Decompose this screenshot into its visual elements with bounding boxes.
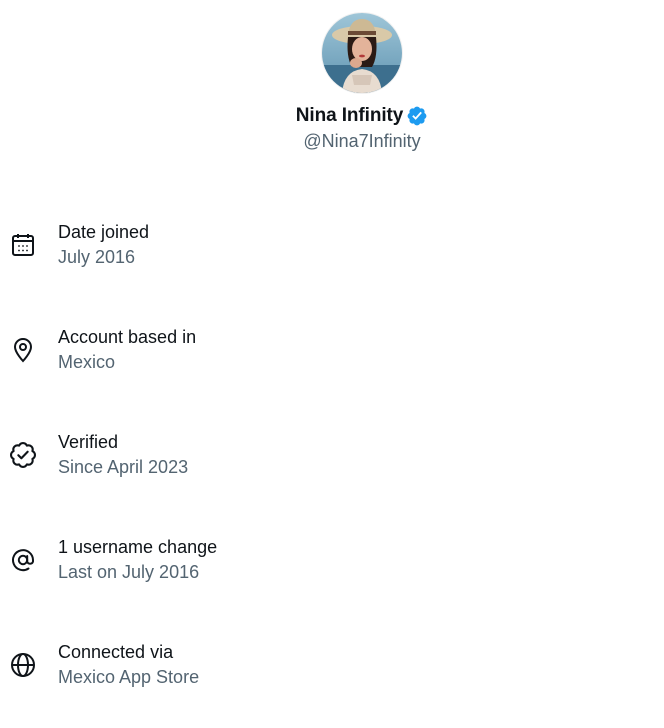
info-text: 1 username change Last on July 2016 xyxy=(58,534,217,585)
info-text: Account based in Mexico xyxy=(58,324,196,375)
info-label: Account based in xyxy=(58,327,197,347)
info-item-username-changes: 1 username change Last on July 2016 xyxy=(0,534,664,639)
display-name[interactable]: Nina Infinity xyxy=(296,105,404,127)
account-info-list: Date joined July 2016 Account based in M… xyxy=(0,219,664,728)
info-value: July 2016 xyxy=(58,247,136,267)
info-item-account-location: Account based in Mexico xyxy=(0,324,664,429)
info-item-date-joined: Date joined July 2016 xyxy=(0,219,664,324)
at-sign-icon xyxy=(9,546,37,574)
info-label: 1 username change xyxy=(58,537,218,557)
info-item-verified: Verified Since April 2023 xyxy=(0,429,664,534)
globe-icon xyxy=(9,651,37,679)
calendar-icon xyxy=(9,231,37,259)
info-label: Verified xyxy=(58,432,119,452)
info-label: Date joined xyxy=(58,222,150,242)
info-value: Mexico App Store xyxy=(58,667,200,687)
info-item-connected-via: Connected via Mexico App Store xyxy=(0,639,664,728)
location-pin-icon xyxy=(9,336,37,364)
info-value: Mexico xyxy=(58,352,116,372)
info-text: Connected via Mexico App Store xyxy=(58,639,199,690)
user-handle: @Nina7Infinity xyxy=(303,131,421,151)
account-info-page: Nina Infinity @Nina7Infinity Date joined… xyxy=(0,0,664,728)
avatar[interactable] xyxy=(322,13,402,93)
info-text: Date joined July 2016 xyxy=(58,219,149,270)
info-label: Connected via xyxy=(58,642,174,662)
avatar-image xyxy=(322,13,402,93)
info-text: Verified Since April 2023 xyxy=(58,429,188,480)
profile-header: Nina Infinity @Nina7Infinity xyxy=(0,0,664,152)
verified-check-icon xyxy=(9,441,37,469)
name-row: Nina Infinity xyxy=(296,104,428,128)
info-value: Last on July 2016 xyxy=(58,562,200,582)
info-value: Since April 2023 xyxy=(58,457,189,477)
verified-badge-icon[interactable] xyxy=(406,105,428,127)
